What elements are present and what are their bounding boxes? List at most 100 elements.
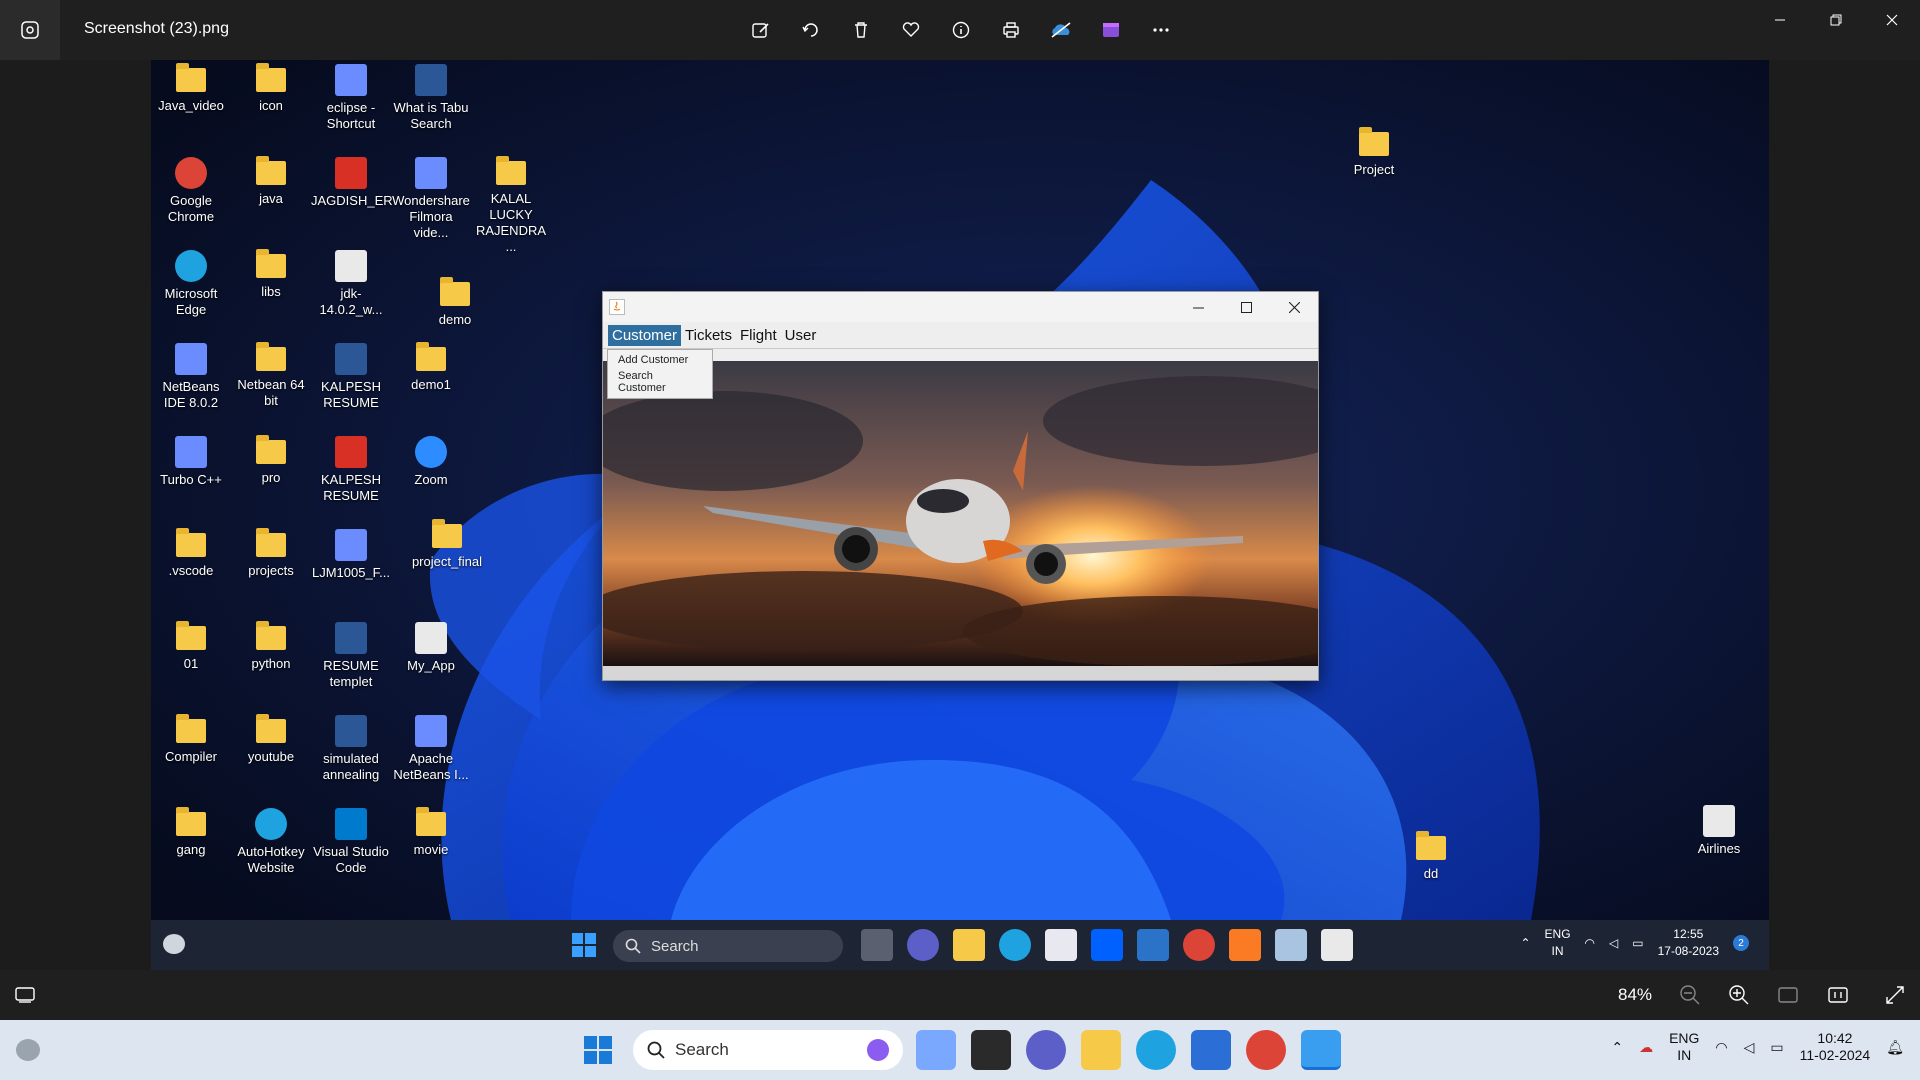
host-wifi-icon[interactable]: ◠ (1715, 1039, 1727, 1056)
java-minimize-icon[interactable] (1174, 292, 1222, 322)
java-maximize-icon[interactable] (1222, 292, 1270, 322)
desktop-icon-32[interactable]: Apache NetBeans I... (391, 715, 471, 783)
store-icon[interactable] (1045, 929, 1077, 961)
host-photos-icon[interactable] (1301, 1030, 1341, 1070)
desktop-icon-35[interactable]: Visual Studio Code (311, 808, 391, 876)
desktop-icon-26[interactable]: python (231, 621, 311, 672)
desktop-icon-6[interactable]: JAGDISH_ER (311, 157, 393, 209)
host-notification-icon[interactable]: 🔔︎ (1886, 1039, 1904, 1056)
desktop-icon-19[interactable]: KALPESH RESUME (311, 436, 391, 504)
inner-start-icon[interactable] (572, 933, 596, 962)
minimize-icon[interactable] (1752, 0, 1808, 40)
desktop-icon-14[interactable]: Netbean 64 bit (231, 342, 311, 409)
inner-language[interactable]: ENG IN (1545, 926, 1571, 960)
desktop-icon-12[interactable]: demo (415, 276, 495, 328)
host-edge-icon[interactable] (1136, 1030, 1176, 1070)
notification-badge[interactable]: 2 (1733, 935, 1749, 951)
inner-search-box[interactable]: Search (613, 930, 843, 962)
filmstrip-icon[interactable] (13, 983, 37, 1007)
desktop-icon-4[interactable]: Google Chrome (151, 157, 231, 225)
print-icon[interactable] (995, 14, 1027, 46)
more-options-icon[interactable] (1145, 14, 1177, 46)
weather-icon[interactable] (163, 934, 185, 954)
host-weather-icon[interactable] (16, 1039, 40, 1061)
menu-customer[interactable]: Customer (608, 324, 682, 346)
desktop-icon-24[interactable]: project_final (407, 518, 487, 570)
menu-item-add-customer[interactable]: Add Customer (608, 352, 712, 368)
desktop-icon-13[interactable]: NetBeans IDE 8.0.2 (151, 343, 231, 411)
close-icon[interactable] (1864, 0, 1920, 40)
fit-to-window-icon[interactable] (1776, 983, 1800, 1007)
desktop-icon-30[interactable]: youtube (231, 714, 311, 765)
host-volume-icon[interactable]: ◁ (1744, 1039, 1755, 1056)
desktop-icon-10[interactable]: libs (231, 249, 311, 300)
desktop-icon-23[interactable]: LJM1005_F... (311, 529, 391, 581)
desktop-icon-11[interactable]: jdk-14.0.2_w... (311, 250, 391, 318)
copilot-icon[interactable] (867, 1039, 889, 1061)
zoom-out-icon[interactable] (1678, 983, 1702, 1007)
menu-user[interactable]: User (781, 325, 821, 346)
menu-tickets[interactable]: Tickets (681, 325, 736, 346)
host-search-box[interactable]: Search (633, 1030, 903, 1070)
host-chrome-icon[interactable] (1246, 1030, 1286, 1070)
desktop-icon-18[interactable]: pro (231, 435, 311, 486)
host-task-view-icon[interactable] (971, 1030, 1011, 1070)
desktop-icon-20[interactable]: Zoom (391, 436, 471, 488)
edit-image-icon[interactable] (745, 14, 777, 46)
actual-size-icon[interactable] (1826, 983, 1850, 1007)
menu-flight[interactable]: Flight (736, 325, 781, 346)
desktop-icon-25[interactable]: 01 (151, 621, 231, 672)
desktop-icon-22[interactable]: projects (231, 528, 311, 579)
info-icon[interactable] (945, 14, 977, 46)
desktop-icon-0[interactable]: Java_video (151, 63, 231, 114)
host-teams-icon[interactable] (1026, 1030, 1066, 1070)
desktop-icon-33[interactable]: gang (151, 807, 231, 858)
desktop-icon-1[interactable]: icon (231, 63, 311, 114)
zoom-in-icon[interactable] (1727, 983, 1751, 1007)
wifi-icon[interactable]: ◠ (1585, 936, 1595, 950)
desktop-icon-8[interactable]: KALAL LUCKY RAJENDRA ... (471, 156, 551, 255)
teams-icon[interactable] (907, 929, 939, 961)
desktop-icon-27[interactable]: RESUME templet (311, 622, 391, 690)
host-file-explorer-icon[interactable] (1081, 1030, 1121, 1070)
host-start-icon[interactable] (584, 1036, 612, 1069)
host-language[interactable]: ENG IN (1669, 1030, 1699, 1064)
java-close-icon[interactable] (1270, 292, 1318, 322)
mysql-icon[interactable] (1137, 929, 1169, 961)
onedrive-icon[interactable] (1045, 14, 1077, 46)
restore-icon[interactable] (1808, 0, 1864, 40)
chrome-icon[interactable] (1183, 929, 1215, 961)
volume-icon[interactable]: ◁ (1609, 936, 1618, 950)
desktop-icon-2[interactable]: eclipse - Shortcut (311, 64, 391, 132)
desktop-icon-36[interactable]: movie (391, 807, 471, 858)
desktop-icon-31[interactable]: simulated annealing (311, 715, 391, 783)
desktop-icon-5[interactable]: java (231, 156, 311, 207)
host-battery-icon[interactable]: ▭ (1770, 1039, 1783, 1056)
netbeans-icon[interactable] (1275, 929, 1307, 961)
desktop-right-icon-0[interactable]: Project (1334, 127, 1414, 178)
rotate-icon[interactable] (795, 14, 827, 46)
host-store-icon[interactable] (1191, 1030, 1231, 1070)
desktop-icon-3[interactable]: What is Tabu Search (391, 64, 471, 132)
xampp-icon[interactable] (1229, 929, 1261, 961)
desktop-icon-34[interactable]: AutoHotkey Website (231, 808, 311, 876)
menu-item-search-customer[interactable]: Search Customer (608, 368, 712, 396)
copilot-preview-icon[interactable] (916, 1030, 956, 1070)
clipchamp-icon[interactable] (1095, 14, 1127, 46)
java-app-taskbar-icon[interactable] (1321, 929, 1353, 961)
desktop-icon-17[interactable]: Turbo C++ (151, 436, 231, 488)
desktop-icon-9[interactable]: Microsoft Edge (151, 250, 231, 318)
host-chevron-up-icon[interactable]: ⌃ (1611, 1039, 1623, 1056)
favorite-icon[interactable] (895, 14, 927, 46)
fullscreen-icon[interactable] (1883, 983, 1907, 1007)
task-view-icon[interactable] (861, 929, 893, 961)
inner-clock[interactable]: 12:55 17-08-2023 (1658, 926, 1719, 960)
desktop-icon-29[interactable]: Compiler (151, 714, 231, 765)
file-explorer-icon[interactable] (953, 929, 985, 961)
desktop-right-icon-2[interactable]: Airlines (1679, 805, 1759, 857)
chevron-up-icon[interactable]: ⌃ (1520, 936, 1530, 950)
battery-icon[interactable]: ▭ (1632, 936, 1643, 950)
desktop-icon-7[interactable]: Wondershare Filmora vide... (391, 157, 471, 241)
dropbox-icon[interactable] (1091, 929, 1123, 961)
desktop-right-icon-1[interactable]: dd (1391, 831, 1471, 882)
